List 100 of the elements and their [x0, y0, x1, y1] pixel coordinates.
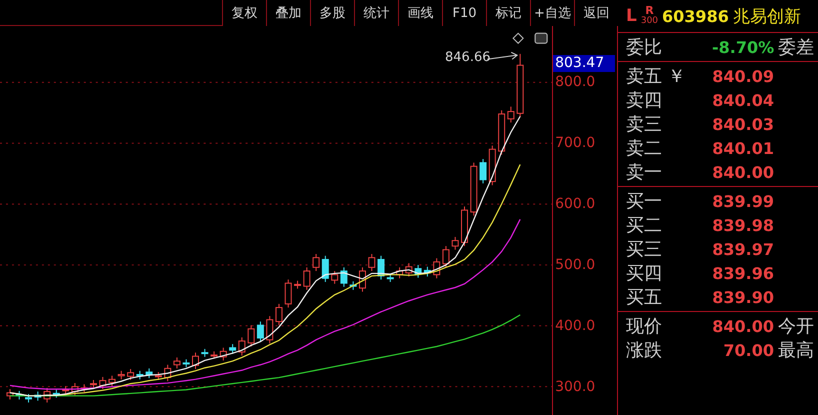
- candle: [238, 336, 246, 356]
- candle: [201, 348, 208, 358]
- candle: [71, 382, 78, 396]
- quote-label: 买四: [626, 262, 663, 285]
- panel-toggle-icon[interactable]: [534, 32, 548, 44]
- toolbar-button[interactable]: F10: [442, 0, 486, 26]
- quote-label: 涨跌: [626, 339, 663, 362]
- quote-value: 839.98: [712, 216, 774, 234]
- candle: [414, 264, 422, 278]
- market-label: L: [626, 6, 637, 26]
- candle: [146, 368, 153, 379]
- toolbar-button[interactable]: 统计: [354, 0, 398, 26]
- candle: [90, 380, 97, 388]
- candle: [220, 347, 227, 361]
- candle: [210, 350, 218, 360]
- stock-name: 兆易创新: [732, 6, 801, 28]
- price-axis-label: 500.0: [555, 257, 596, 273]
- toolbar-button[interactable]: 画线: [398, 0, 442, 26]
- quote-value: 839.90: [712, 288, 774, 306]
- candle: [44, 387, 51, 403]
- candle: [164, 364, 172, 382]
- stock-code: 603986: [662, 6, 729, 26]
- candle: [154, 372, 162, 380]
- candle: [62, 386, 70, 394]
- candle: [452, 236, 459, 250]
- toolbar-button[interactable]: +自选: [530, 0, 574, 26]
- quote-value: 839.99: [712, 192, 774, 210]
- candle: [248, 324, 255, 347]
- candle: [516, 53, 524, 118]
- quote-label: 现价: [626, 315, 663, 338]
- candle: [340, 266, 348, 288]
- candle: [386, 274, 394, 282]
- candle: [6, 388, 14, 400]
- candle: [25, 394, 32, 403]
- price-axis-label: 700.0: [555, 135, 596, 152]
- candle: [470, 162, 478, 216]
- quote-value: 840.04: [712, 90, 774, 110]
- candle: [322, 255, 329, 282]
- candle: [99, 376, 106, 390]
- quote-label: 卖三: [626, 113, 663, 136]
- candle: [461, 206, 468, 247]
- quote-label: 买五: [626, 286, 663, 309]
- candle: [358, 266, 366, 292]
- candle: [303, 266, 310, 290]
- candle: [480, 158, 487, 184]
- quote-value: 839.97: [712, 240, 774, 258]
- candle: [284, 279, 292, 308]
- candle: [378, 255, 385, 280]
- candle: [16, 390, 23, 400]
- quote-label: 卖四: [626, 89, 663, 112]
- candle: [368, 253, 376, 272]
- diamond-icon[interactable]: [512, 32, 524, 44]
- candle: [498, 110, 506, 156]
- quote-label: 卖五 ￥: [626, 65, 687, 88]
- candle: [442, 246, 450, 268]
- quote-label: 卖一: [626, 161, 663, 184]
- price-axis-label: 400.0: [555, 318, 596, 334]
- candle: [396, 266, 404, 279]
- quote-value: 839.96: [712, 264, 774, 282]
- quote-label: 买二: [626, 214, 663, 237]
- candle: [80, 384, 88, 393]
- candle: [405, 262, 412, 277]
- candle: [507, 106, 514, 123]
- candle: [192, 352, 199, 370]
- candle: [182, 358, 190, 368]
- candle: [229, 344, 236, 354]
- candle: [331, 270, 338, 284]
- candle: [52, 389, 60, 398]
- price-axis-label: 300.0: [555, 378, 596, 395]
- candle: [312, 253, 320, 272]
- price-axis-label: 800.0: [555, 74, 596, 90]
- quote-label: 今开: [778, 315, 814, 338]
- quote-value: 840.00: [712, 162, 774, 182]
- toolbar-button[interactable]: 返回: [574, 0, 618, 26]
- quote-label: 买三: [626, 238, 663, 261]
- toolbar-button[interactable]: 标记: [486, 0, 530, 26]
- index-tag: R: [645, 6, 654, 16]
- candle: [118, 370, 125, 380]
- toolbar-button[interactable]: 复权: [222, 0, 266, 26]
- quote-label: 委比: [626, 36, 663, 59]
- candle: [266, 316, 274, 344]
- candle: [350, 280, 357, 290]
- quote-label: 委差: [778, 36, 814, 59]
- candle: [34, 391, 42, 402]
- quote-value: -8.70%: [712, 38, 774, 56]
- quote-label: 卖二: [626, 137, 663, 160]
- quote-label: 最高: [778, 339, 814, 362]
- candle: [108, 375, 116, 387]
- high-price-label: 846.66: [445, 50, 490, 65]
- candle: [433, 258, 440, 279]
- toolbar-button[interactable]: 多股: [310, 0, 354, 26]
- toolbar-button[interactable]: 叠加: [266, 0, 310, 26]
- quote-value: 70.00: [722, 340, 774, 360]
- quote-label: 买一: [626, 190, 663, 213]
- quote-value: 840.01: [712, 138, 774, 158]
- candle: [127, 368, 134, 380]
- current-price-label: 803.47: [553, 55, 616, 72]
- candle: [294, 280, 302, 290]
- candle: [256, 321, 264, 342]
- price-axis-label: 600.0: [555, 196, 596, 212]
